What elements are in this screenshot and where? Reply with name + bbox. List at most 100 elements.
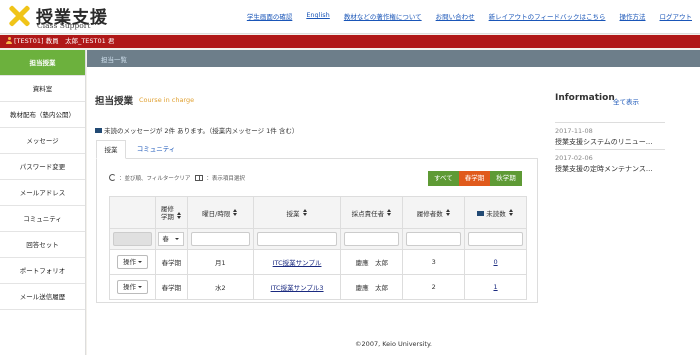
header-time[interactable]: 曜日/時限 bbox=[186, 196, 254, 229]
page-subtitle: Course in charge bbox=[139, 96, 195, 104]
columns-icon[interactable] bbox=[195, 175, 204, 181]
cell-enrolled: 3 bbox=[402, 249, 466, 275]
header-grader-label: 採点責任者 bbox=[351, 209, 385, 218]
unread-message-text: 未読のメッセージが 2件 あります。（授業内メッセージ 1件 含む） bbox=[104, 127, 299, 135]
operations-button[interactable]: 操作 bbox=[116, 255, 148, 269]
information-text: 授業支援の定時メンテナンス... bbox=[555, 165, 653, 173]
filter-all-button[interactable]: すべて bbox=[428, 171, 459, 186]
header-term[interactable]: 履修学期 bbox=[154, 196, 188, 229]
operations-button[interactable]: 操作 bbox=[116, 280, 148, 294]
information-item[interactable]: 2017-11-08 授業支援システムのリニュー... bbox=[555, 122, 665, 147]
operations-label: 操作 bbox=[122, 258, 136, 266]
time-filter-input[interactable] bbox=[190, 232, 250, 246]
table-controls: ：並び順、フィルタークリア ：表示項目選択 bbox=[109, 174, 245, 182]
column-select-label: ：表示項目選択 bbox=[206, 176, 245, 182]
breadcrumb[interactable]: 担当一覧 bbox=[101, 54, 127, 64]
header-enrolled[interactable]: 履修者数 bbox=[402, 196, 466, 229]
cell-time: 月1 bbox=[186, 249, 254, 275]
sidebar-item-library[interactable]: 資料室 bbox=[0, 76, 85, 102]
header-grader[interactable]: 採点責任者 bbox=[340, 196, 404, 229]
term-filter-group: すべて 春学期 秋学期 bbox=[428, 171, 522, 186]
user-name: [TEST01] 教員 太郎_TEST01 君 bbox=[14, 37, 115, 45]
header-time-label: 曜日/時限 bbox=[202, 209, 231, 218]
term-filter-select[interactable]: 春 bbox=[158, 232, 185, 246]
sidebar-item-email[interactable]: メールアドレス bbox=[0, 180, 85, 206]
operations-label: 操作 bbox=[122, 283, 136, 291]
grader-filter-input[interactable] bbox=[344, 232, 400, 246]
unread-message-notice[interactable]: 未読のメッセージが 2件 あります。（授業内メッセージ 1件 含む） bbox=[95, 125, 298, 135]
link-copyright[interactable]: 教材などの著作権について bbox=[344, 11, 422, 21]
unread-filter-input[interactable] bbox=[468, 232, 523, 246]
chevron-down-icon bbox=[137, 286, 142, 288]
link-english[interactable]: English bbox=[306, 11, 329, 21]
table-row: 操作 春学期 月1 ITC授業サンプル 慶應 太郎 3 0 bbox=[109, 249, 527, 275]
header-unread[interactable]: 未読数 bbox=[464, 196, 527, 229]
envelope-icon bbox=[477, 210, 485, 216]
logo-title-en: Class Support bbox=[37, 21, 91, 30]
sidebar-item-mail-history[interactable]: メール送信履歴 bbox=[0, 284, 85, 310]
footer-copyright: ©2007, Keio University. bbox=[355, 340, 432, 348]
cell-enrolled: 2 bbox=[402, 274, 466, 300]
cell-grader: 慶應 太郎 bbox=[340, 249, 404, 275]
enrolled-filter-input[interactable] bbox=[406, 232, 462, 246]
chevron-down-icon bbox=[137, 261, 142, 263]
unread-count-link[interactable]: 0 bbox=[493, 258, 497, 266]
top-links: 学生画面の確認 English 教材などの著作権について お問い合わせ 新レイア… bbox=[247, 11, 692, 21]
sort-icon bbox=[445, 208, 451, 217]
envelope-icon bbox=[95, 128, 102, 133]
user-bar: [TEST01] 教員 太郎_TEST01 君 bbox=[0, 35, 700, 48]
cell-term: 春学期 bbox=[154, 249, 188, 275]
header-course-label: 授業 bbox=[286, 209, 300, 218]
sidebar-item-materials[interactable]: 教材配布（塾内公開） bbox=[0, 102, 85, 128]
information-date: 2017-11-08 bbox=[555, 127, 593, 135]
information-title: Information bbox=[555, 93, 615, 103]
information-item[interactable]: 2017-02-06 授業支援の定時メンテナンス... bbox=[555, 149, 665, 174]
refresh-icon[interactable] bbox=[109, 174, 116, 181]
information-view-all-link[interactable]: 全て表示 bbox=[613, 96, 639, 106]
sidebar-item-answer-sets[interactable]: 回答セット bbox=[0, 232, 85, 258]
sort-icon bbox=[233, 208, 238, 217]
filter-fall-button[interactable]: 秋学期 bbox=[490, 171, 522, 186]
cell-grader: 慶應 太郎 bbox=[340, 274, 404, 300]
top-header: 授業支援 Class Support 学生画面の確認 English 教材などの… bbox=[0, 0, 700, 34]
link-logout[interactable]: ログアウト bbox=[660, 11, 693, 21]
cell-time: 水2 bbox=[186, 274, 254, 300]
information-date: 2017-02-06 bbox=[555, 154, 593, 162]
link-help[interactable]: 操作方法 bbox=[620, 11, 646, 21]
table-row: 操作 春学期 水2 ITC授業サンプル3 慶應 太郎 2 1 bbox=[109, 274, 527, 300]
cell-term: 春学期 bbox=[154, 274, 188, 300]
tab-community[interactable]: コミュニティ bbox=[126, 140, 186, 159]
sidebar: 担当授業 資料室 教材配布（塾内公開） メッセージ パスワード変更 メールアドレ… bbox=[0, 50, 86, 355]
header-term-label: 履修学期 bbox=[160, 204, 174, 221]
courses-table: 履修学期 曜日/時限 授業 採点責任者 履修者数 未読数 春 操作 春学期 月1 bbox=[109, 196, 527, 300]
sidebar-item-password[interactable]: パスワード変更 bbox=[0, 154, 85, 180]
filter-input-disabled bbox=[113, 232, 152, 246]
breadcrumb-bar: 担当一覧 bbox=[87, 50, 700, 67]
app-logo[interactable]: 授業支援 Class Support bbox=[8, 4, 118, 32]
sidebar-item-courses[interactable]: 担当授業 bbox=[0, 50, 85, 76]
reset-sort-label: ：並び順、フィルタークリア bbox=[119, 176, 191, 182]
main-content: 担当授業 Course in charge 未読のメッセージが 2件 あります。… bbox=[87, 67, 700, 355]
logo-mark-icon bbox=[8, 5, 30, 27]
filter-row: 春 bbox=[109, 228, 527, 250]
information-text: 授業支援システムのリニュー... bbox=[555, 138, 653, 146]
user-icon bbox=[6, 37, 12, 44]
course-link[interactable]: ITC授業サンプル bbox=[273, 259, 322, 267]
link-feedback[interactable]: 新レイアウトのフィードバックはこちら bbox=[489, 11, 606, 21]
sidebar-item-community[interactable]: コミュニティ bbox=[0, 206, 85, 232]
page-title: 担当授業 bbox=[95, 96, 134, 107]
course-link[interactable]: ITC授業サンプル3 bbox=[271, 284, 324, 292]
term-filter-value: 春 bbox=[162, 235, 169, 243]
sidebar-item-messages[interactable]: メッセージ bbox=[0, 128, 85, 154]
tab-courses[interactable]: 授業 bbox=[96, 140, 126, 159]
chevron-down-icon bbox=[174, 238, 179, 240]
filter-spring-button[interactable]: 春学期 bbox=[458, 171, 491, 186]
header-actions bbox=[109, 196, 156, 229]
sidebar-item-portfolio[interactable]: ポートフォリオ bbox=[0, 258, 85, 284]
link-student-view[interactable]: 学生画面の確認 bbox=[247, 11, 293, 21]
link-contact[interactable]: お問い合わせ bbox=[436, 11, 475, 21]
course-filter-input[interactable] bbox=[256, 232, 338, 246]
unread-count-link[interactable]: 1 bbox=[493, 283, 497, 291]
header-course[interactable]: 授業 bbox=[252, 196, 342, 229]
sort-icon bbox=[177, 211, 182, 220]
